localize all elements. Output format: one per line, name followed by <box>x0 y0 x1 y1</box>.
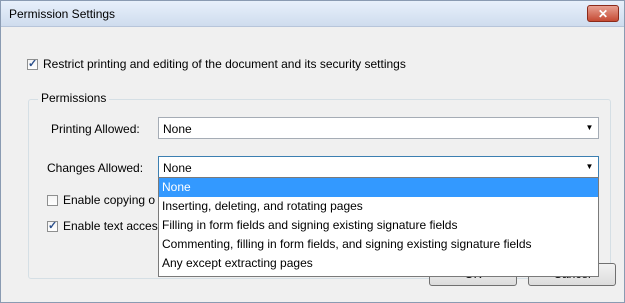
close-button[interactable]: ✕ <box>587 5 619 22</box>
printing-allowed-value: None <box>163 122 192 136</box>
title-bar: Permission Settings ✕ <box>1 1 624 27</box>
dialog-title: Permission Settings <box>9 7 116 21</box>
changes-allowed-dropdown-list: None Inserting, deleting, and rotating p… <box>158 177 599 277</box>
enable-copying-label: Enable copying o <box>63 193 156 207</box>
dropdown-option-inserting[interactable]: Inserting, deleting, and rotating pages <box>159 197 598 216</box>
dropdown-option-filling[interactable]: Filling in form fields and signing exist… <box>159 216 598 235</box>
checkmark-icon: ✓ <box>28 58 38 70</box>
chevron-down-icon: ▼ <box>585 162 594 171</box>
enable-text-access-label: Enable text acces: <box>63 219 162 233</box>
close-icon: ✕ <box>597 7 609 21</box>
printing-allowed-label: Printing Allowed: <box>51 122 140 136</box>
restrict-label: Restrict printing and editing of the doc… <box>43 57 406 71</box>
changes-allowed-label: Changes Allowed: <box>47 161 144 175</box>
enable-text-access-checkbox[interactable]: ✓ <box>47 220 58 232</box>
restrict-checkbox[interactable]: ✓ <box>27 58 38 70</box>
checkmark-icon: ✓ <box>48 220 58 232</box>
printing-allowed-select[interactable]: None ▼ <box>158 117 599 139</box>
permissions-group-title: Permissions <box>38 91 110 105</box>
dropdown-option-none[interactable]: None <box>159 178 598 197</box>
changes-allowed-value: None <box>163 161 192 175</box>
chevron-down-icon: ▼ <box>585 123 594 132</box>
dropdown-option-any-except[interactable]: Any except extracting pages <box>159 254 598 273</box>
changes-allowed-select[interactable]: None ▼ <box>158 156 599 178</box>
permission-settings-dialog: Permission Settings ✕ ✓ Restrict printin… <box>0 0 625 303</box>
dropdown-option-commenting[interactable]: Commenting, filling in form fields, and … <box>159 235 598 254</box>
enable-copying-checkbox[interactable] <box>47 195 58 206</box>
